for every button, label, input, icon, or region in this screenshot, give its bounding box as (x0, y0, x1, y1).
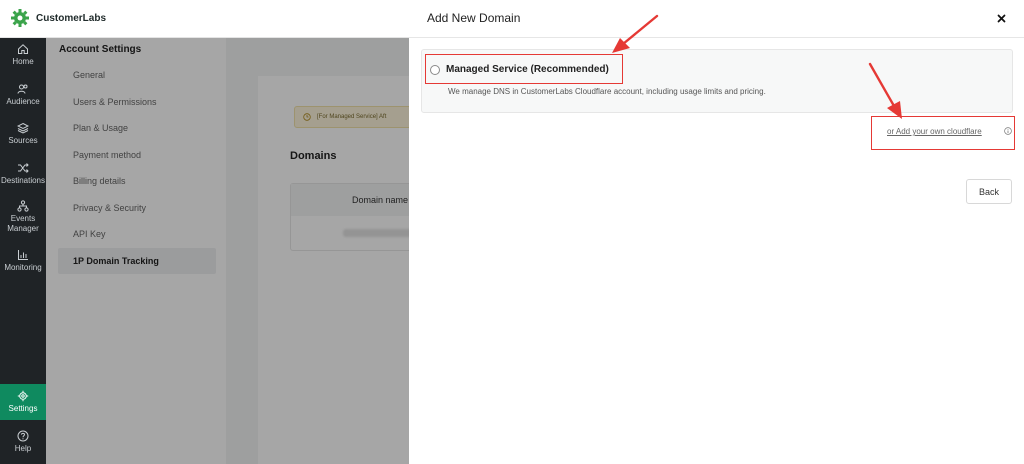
nav-item-monitoring[interactable]: Monitoring (0, 249, 46, 273)
brand[interactable]: CustomerLabs (10, 8, 106, 28)
brand-logo-icon (11, 9, 29, 27)
help-icon (17, 430, 29, 442)
annotation-highlight-box (871, 116, 1015, 150)
modal-backdrop[interactable] (46, 38, 409, 464)
audience-icon (17, 84, 28, 94)
nav-label: Audience (6, 97, 40, 106)
modal-header: Add New Domain (409, 0, 1024, 38)
nav-item-audience[interactable]: Audience (0, 83, 46, 107)
home-icon (18, 44, 28, 54)
chart-icon (18, 250, 28, 260)
shuffle-icon (18, 163, 29, 173)
nav-label: Destinations (0, 176, 46, 185)
nav-label: Events Manager (7, 214, 39, 233)
modal-title: Add New Domain (427, 11, 521, 25)
nav-label: Monitoring (4, 263, 42, 272)
add-domain-modal: Add New Domain Managed Service (Recommen… (409, 0, 1024, 464)
nav-label: Help (14, 444, 32, 453)
nav-item-events-manager[interactable]: Events Manager (0, 200, 46, 234)
brand-name: CustomerLabs (36, 12, 107, 24)
back-button[interactable]: Back (966, 179, 1012, 204)
close-icon[interactable] (996, 13, 1007, 24)
nav-label: Sources (8, 136, 38, 145)
annotation-highlight-box (425, 54, 623, 84)
nav-label: Home (12, 57, 34, 66)
managed-service-description: We manage DNS in CustomerLabs Cloudflare… (448, 87, 766, 96)
layers-icon (17, 122, 29, 134)
nav-item-destinations[interactable]: Destinations (0, 162, 46, 186)
left-nav: Home Audience Sources Destinations Event… (0, 38, 46, 464)
nav-label: Settings (8, 404, 38, 413)
hierarchy-icon (17, 200, 29, 212)
nav-item-home[interactable]: Home (0, 43, 46, 67)
nav-item-settings[interactable]: Settings (0, 384, 46, 420)
nav-item-help[interactable]: Help (0, 430, 46, 454)
nav-item-sources[interactable]: Sources (0, 122, 46, 146)
gear-icon (17, 390, 29, 402)
